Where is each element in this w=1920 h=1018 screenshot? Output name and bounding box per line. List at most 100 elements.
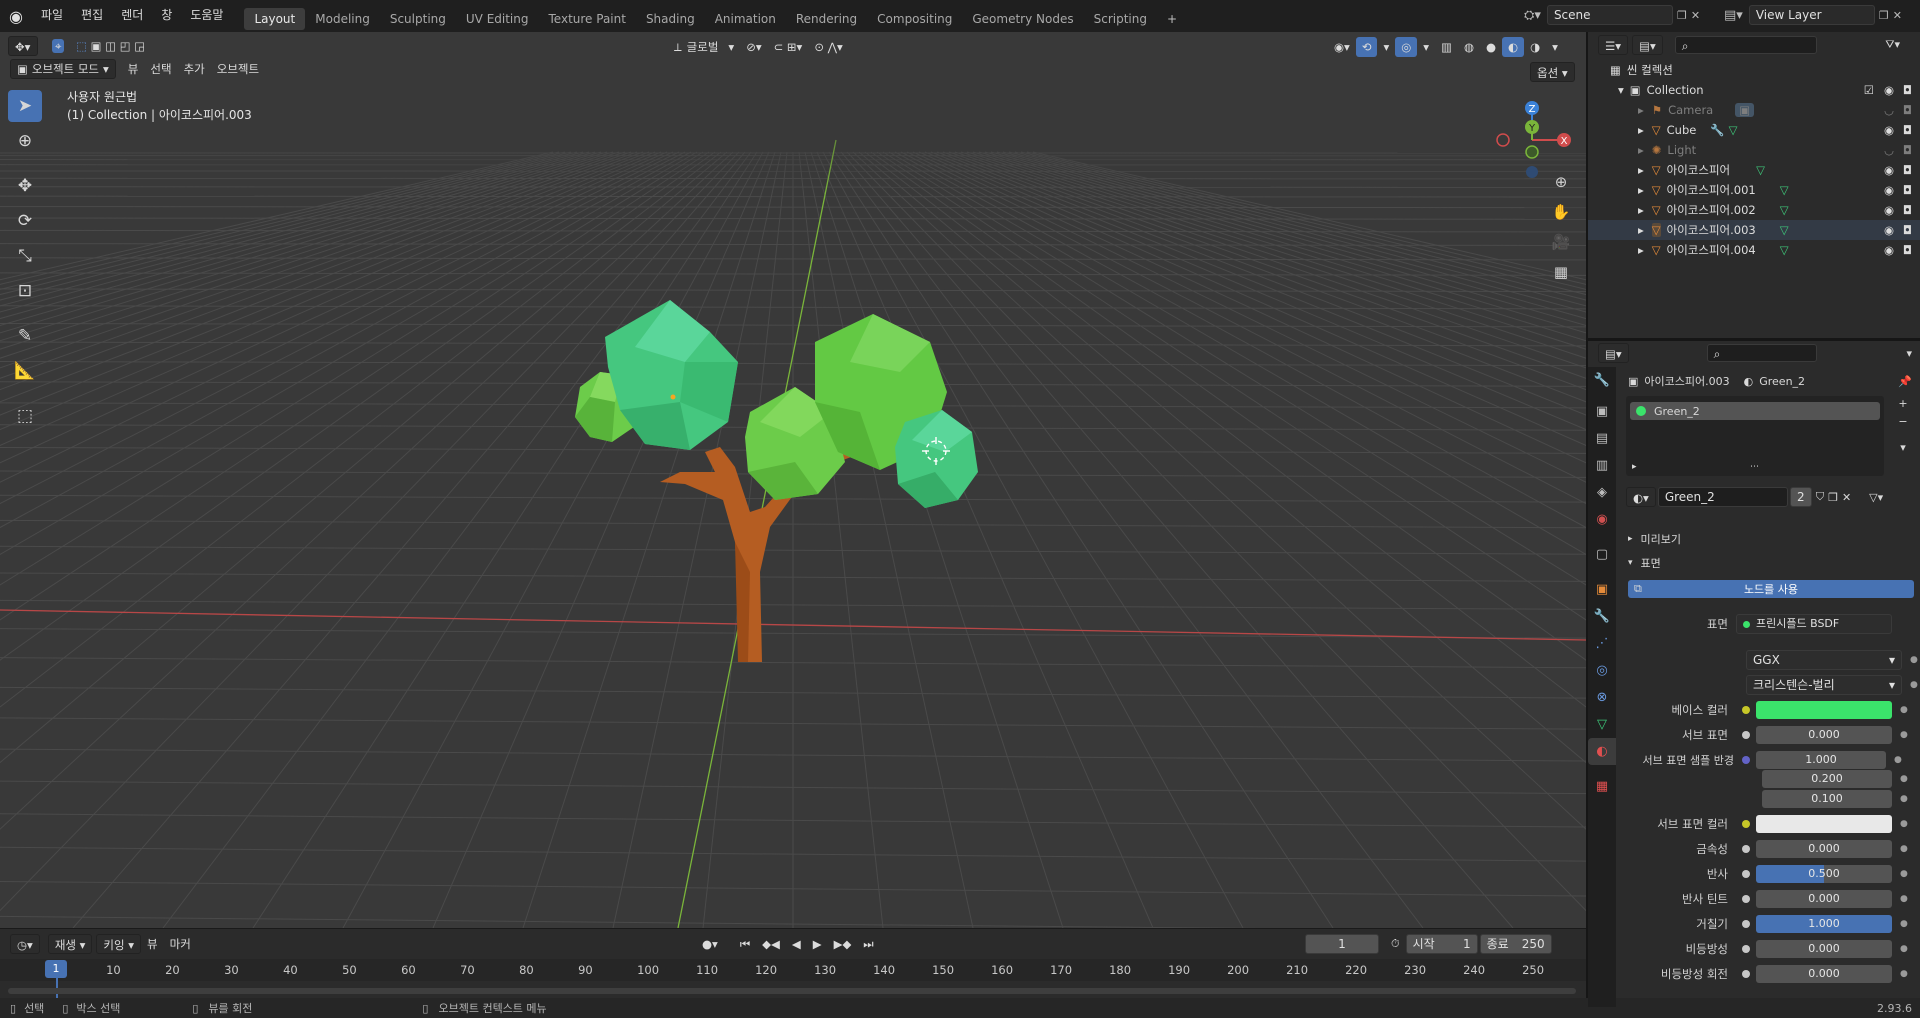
perspective-toggle-icon[interactable]: ▦ (1547, 258, 1575, 286)
duplicate-material-icon[interactable]: ❐ (1828, 491, 1838, 504)
hidden-eye-icon[interactable]: ◡ (1884, 143, 1894, 157)
expand-arrow-icon[interactable]: ▸ (1638, 223, 1644, 237)
properties-editor-type-icon[interactable]: ▤▾ (1598, 343, 1629, 363)
expand-arrow-icon[interactable]: ▸ (1638, 143, 1644, 157)
preview-panel-header[interactable]: ▸ 미리보기 (1628, 531, 1681, 547)
add-cube-tool-icon[interactable]: ⬚ (8, 400, 42, 432)
fake-user-shield-icon[interactable]: ⛉ (1816, 490, 1824, 504)
browse-material-icon[interactable]: ◐▾ (1626, 487, 1656, 507)
overlays-dropdown-icon[interactable]: ▾ (1417, 37, 1435, 57)
float-socket-icon[interactable] (1742, 970, 1750, 978)
material-users-count[interactable]: 2 (1789, 487, 1812, 507)
world-tab-icon[interactable]: ◉ (1588, 506, 1616, 533)
new-scene-icon[interactable]: ❐ (1677, 9, 1687, 22)
list-resize-icon[interactable]: ⋯ (1750, 462, 1759, 472)
menu-view[interactable]: 뷰 (122, 59, 145, 79)
prev-keyframe-icon[interactable]: ◆◀ (756, 934, 786, 954)
menu-marker[interactable]: 마커 (164, 934, 197, 954)
keyframe-dot-icon[interactable]: ● (1900, 819, 1908, 829)
delete-scene-icon[interactable]: ✕ (1691, 9, 1700, 22)
outliner-item-icosphere-001[interactable]: ▸ ▽ 아이코스피어.001 ▽ ◉ ◘ (1588, 180, 1920, 200)
properties-search-field[interactable]: ⌕ (1706, 344, 1817, 362)
outliner-item-camera[interactable]: ▸ ⚑ Camera ▣ ◡ ◘ (1588, 100, 1920, 120)
material-tab-icon[interactable]: ◐ (1588, 738, 1616, 765)
end-frame-field[interactable]: 종료 250 (1479, 934, 1552, 954)
select-subtract-icon[interactable]: ◫ (105, 39, 116, 53)
list-expand-icon[interactable]: ▸ (1632, 462, 1637, 472)
cursor-tool-icon[interactable]: ⊕ (8, 125, 42, 157)
tab-shading[interactable]: Shading (636, 8, 705, 30)
move-tool-icon[interactable]: ✥ (8, 170, 42, 202)
vector-socket-icon[interactable] (1742, 756, 1750, 764)
overlays-icon[interactable]: ◎ (1395, 37, 1418, 57)
add-slot-button[interactable]: + (1894, 397, 1912, 415)
base-color-swatch[interactable] (1756, 701, 1892, 719)
timeline-editor-type-icon[interactable]: ◷▾ (10, 934, 40, 954)
render-tab-icon[interactable]: ▣ (1588, 398, 1616, 425)
float-socket-icon[interactable] (1742, 731, 1750, 739)
slot-specials-button[interactable]: ▾ (1894, 441, 1912, 459)
camera-render-icon[interactable]: ◘ (1903, 183, 1912, 197)
add-workspace-button[interactable]: + (1157, 8, 1187, 30)
metallic-value[interactable]: 0.000 (1756, 840, 1892, 858)
shading-wireframe-icon[interactable]: ◍ (1458, 37, 1480, 57)
material-name-field[interactable]: Green_2 (1657, 487, 1788, 507)
camera-render-icon[interactable]: ◘ (1903, 143, 1912, 157)
next-keyframe-icon[interactable]: ▶◆ (828, 934, 858, 954)
menu-file[interactable]: 파일 (32, 0, 72, 32)
expand-arrow-icon[interactable]: ▸ (1638, 103, 1644, 117)
use-nodes-button[interactable]: ⧉ 노드를 사용 (1628, 580, 1914, 598)
visibility-icon[interactable]: ◉▾ (1328, 37, 1356, 57)
subsurface-method-dropdown[interactable]: 크리스텐슨-벌리 ▾ (1746, 675, 1902, 695)
camera-render-icon[interactable]: ◘ (1903, 123, 1912, 137)
play-icon[interactable]: ▶ (807, 934, 828, 954)
tree-model[interactable] (560, 272, 1000, 692)
pivot-icon[interactable]: ⊘▾ (740, 37, 767, 57)
measure-tool-icon[interactable]: 📐 (8, 355, 42, 387)
record-icon[interactable]: ●▾ (696, 934, 724, 954)
delete-view-layer-icon[interactable]: ✕ (1893, 9, 1902, 22)
select-intersect-icon[interactable]: ◲ (134, 39, 145, 53)
menu-select[interactable]: 선택 (144, 59, 177, 79)
properties-editor[interactable]: ▤▾ ⌕ ▾ 🔧 ▣ ▤ ▥ ◈ ◉ ▢ ▣ 🔧 ⋰ ◎ ⊗ ▽ ◐ ▦ ▣ 아… (1586, 338, 1920, 1007)
options-dropdown[interactable]: 옵션 ▾ (1530, 62, 1575, 82)
eye-icon[interactable]: ◉ (1884, 83, 1894, 97)
outliner-item-icosphere-003[interactable]: ▸ ▽ 아이코스피어.003 ▽ ◉ ◘ (1588, 220, 1920, 240)
xray-icon[interactable]: ▥ (1435, 37, 1458, 57)
timeline-scrollbar[interactable] (8, 988, 1576, 994)
camera-render-icon[interactable]: ◘ (1903, 83, 1912, 97)
expand-arrow-icon[interactable]: ▸ (1638, 123, 1644, 137)
tab-texture-paint[interactable]: Texture Paint (539, 8, 636, 30)
keyframe-dot-icon[interactable]: ● (1910, 680, 1918, 690)
remove-slot-button[interactable]: − (1894, 415, 1912, 433)
object-tab-icon[interactable]: ▣ (1588, 576, 1616, 603)
jump-start-icon[interactable]: ⏮ (734, 934, 756, 954)
unlink-material-icon[interactable]: ✕ (1842, 491, 1851, 504)
keyframe-dot-icon[interactable]: ● (1900, 794, 1908, 804)
expand-arrow-icon[interactable]: ▸ (1638, 183, 1644, 197)
playhead[interactable]: 1 (45, 960, 67, 978)
select-extend-icon[interactable]: ▣ (91, 39, 102, 53)
eye-icon[interactable]: ◉ (1884, 243, 1894, 257)
roughness-value[interactable]: 1.000 (1756, 915, 1892, 933)
tab-uv-editing[interactable]: UV Editing (456, 8, 539, 30)
camera-view-icon[interactable]: 🎥 (1547, 228, 1575, 256)
eye-icon[interactable]: ◉ (1884, 183, 1894, 197)
menu-help[interactable]: 도움말 (181, 0, 232, 32)
view-layer-field[interactable]: View Layer (1748, 5, 1875, 25)
scale-tool-icon[interactable]: ⤡ (8, 240, 42, 272)
outliner-item-icosphere-002[interactable]: ▸ ▽ 아이코스피어.002 ▽ ◉ ◘ (1588, 200, 1920, 220)
select-invert-icon[interactable]: ◰ (120, 39, 131, 53)
collection-tab-icon[interactable]: ▢ (1588, 541, 1616, 568)
scene-icon[interactable]: ⛭▾ (1524, 8, 1541, 23)
mode-dropdown[interactable]: ▣ 오브젝트 모드 ▾ (10, 59, 116, 79)
eye-icon[interactable]: ◉ (1884, 203, 1894, 217)
scene-collection-row[interactable]: ▦ 씬 컬렉션 (1588, 60, 1920, 80)
tab-layout[interactable]: Layout (244, 7, 306, 30)
select-tool-icon[interactable]: ⌖ (52, 39, 65, 53)
frame-ruler[interactable]: 10 20 30 40 50 60 70 80 90 100 110 120 130 140 150 160 1… (0, 959, 1586, 981)
annotate-tool-icon[interactable]: ✎ (8, 320, 42, 352)
filter-icon[interactable]: ⛛▾ (1885, 38, 1900, 52)
outliner-item-icosphere[interactable]: ▸ ▽ 아이코스피어 ▽ ◉ ◘ (1588, 160, 1920, 180)
output-tab-icon[interactable]: ▤ (1588, 425, 1616, 452)
